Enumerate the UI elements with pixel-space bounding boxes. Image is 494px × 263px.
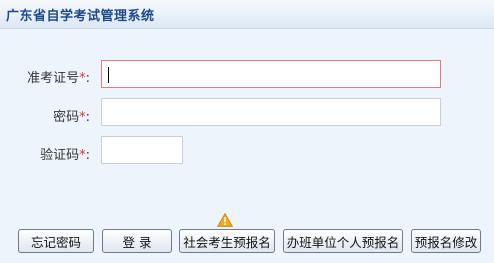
warning-icon: [217, 213, 233, 227]
captcha-label-text: 验证码: [40, 148, 80, 163]
login-panel: 广东省自学考试管理系统 准考证号*: 密码*: 验证码*: 忘记密码 登 录 社…: [0, 0, 494, 263]
label-colon: :: [85, 71, 90, 86]
captcha-label: 验证码*:: [10, 144, 90, 163]
text-caret: [108, 67, 109, 83]
modify-preregister-button[interactable]: 预报名修改: [411, 229, 481, 253]
login-button[interactable]: 登 录: [102, 229, 172, 253]
label-colon: :: [85, 110, 90, 125]
admission-number-label: 准考证号*:: [10, 67, 90, 86]
forgot-password-button[interactable]: 忘记密码: [18, 229, 94, 253]
button-row: 忘记密码 登 录 社会考生预报名 办班单位个人预报名 预报名修改: [0, 226, 494, 256]
admission-number-label-text: 准考证号: [27, 71, 80, 86]
password-label-text: 密码: [53, 110, 80, 125]
title-bar: 广东省自学考试管理系统: [0, 0, 494, 29]
captcha-input[interactable]: [101, 136, 183, 164]
password-label: 密码*:: [10, 106, 90, 125]
window-title: 广东省自学考试管理系统: [6, 9, 155, 24]
password-input[interactable]: [101, 98, 441, 126]
label-colon: :: [85, 148, 90, 163]
org-preregister-button[interactable]: 办班单位个人预报名: [283, 229, 403, 253]
admission-number-input[interactable]: [101, 60, 441, 88]
social-preregister-button[interactable]: 社会考生预报名: [179, 229, 275, 253]
